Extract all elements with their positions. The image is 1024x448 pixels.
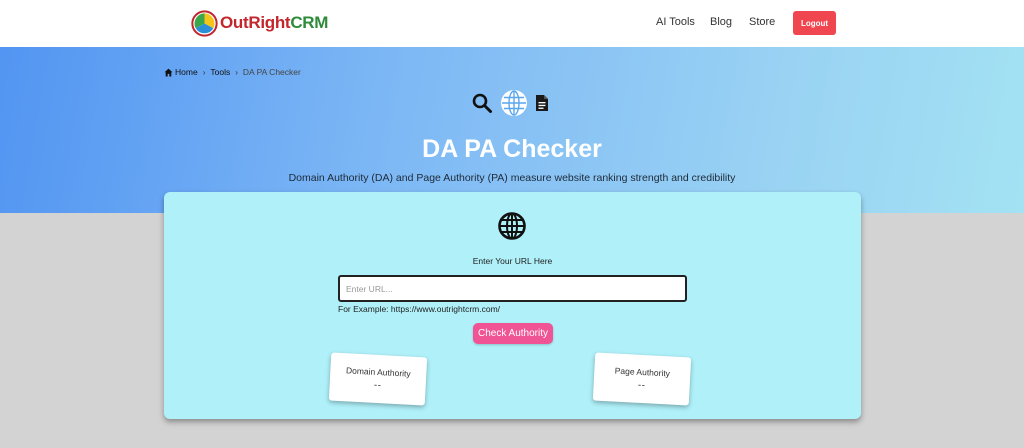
url-example: For Example: https://www.outrightcrm.com… <box>338 304 501 314</box>
domain-authority-card: Domain Authority -- <box>328 352 428 406</box>
page-title: DA PA Checker <box>422 135 602 163</box>
top-header: OutRightCRM AI Tools Blog Store Logout <box>0 0 1024 47</box>
breadcrumb-current: DA PA Checker <box>242 67 301 77</box>
url-label: Enter Your URL Here <box>472 256 553 266</box>
brand-logo[interactable]: OutRightCRM <box>191 9 328 37</box>
globe-icon <box>501 90 527 116</box>
hero-icons <box>472 89 549 117</box>
nav-blog[interactable]: Blog <box>710 16 732 28</box>
page-authority-card: Page Authority -- <box>592 352 692 406</box>
brand-name: OutRightCRM <box>220 13 328 33</box>
brand-name-secondary: CRM <box>290 13 329 32</box>
nav-ai-tools[interactable]: AI Tools <box>656 16 695 28</box>
logout-button[interactable]: Logout <box>793 11 836 35</box>
url-input[interactable] <box>338 275 687 302</box>
page-authority-label: Page Authority <box>614 365 671 379</box>
breadcrumb: Home › Tools › DA PA Checker <box>164 67 301 77</box>
breadcrumb-tools[interactable]: Tools <box>210 67 230 77</box>
breadcrumb-home[interactable]: Home <box>175 67 198 77</box>
checker-card: Enter Your URL Here For Example: https:/… <box>164 192 861 419</box>
brand-name-primary: OutRight <box>220 13 291 32</box>
page-subtitle: Domain Authority (DA) and Page Authority… <box>288 172 736 184</box>
domain-authority-label: Domain Authority <box>345 365 411 379</box>
page-authority-value: -- <box>637 379 646 392</box>
globe-icon <box>498 212 526 240</box>
document-icon <box>536 95 548 111</box>
domain-authority-value: -- <box>373 379 382 392</box>
check-authority-button[interactable]: Check Authority <box>473 323 553 344</box>
search-icon <box>472 93 492 113</box>
home-icon <box>164 68 173 76</box>
nav-store[interactable]: Store <box>749 16 775 28</box>
hero-banner <box>0 47 1024 213</box>
breadcrumb-separator: › <box>202 67 206 77</box>
outright-logo-icon <box>191 9 218 37</box>
breadcrumb-separator: › <box>235 67 238 77</box>
